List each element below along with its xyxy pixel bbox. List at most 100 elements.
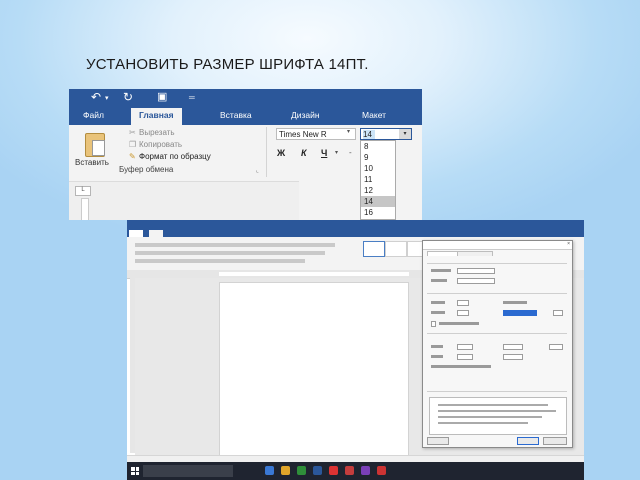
size-option[interactable]: 8 [361, 141, 395, 152]
cancel-button[interactable] [543, 437, 567, 445]
size-option[interactable]: 12 [361, 185, 395, 196]
style-gallery-item[interactable] [363, 241, 385, 257]
size-option[interactable]: 11 [361, 174, 395, 185]
field-label [431, 311, 445, 314]
slide-title: УСТАНОВИТЬ РАЗМЕР ШРИФТА 14ПТ. [86, 56, 369, 73]
folder-icon[interactable] [281, 466, 290, 475]
dialog-field[interactable] [457, 344, 473, 350]
tab-layout[interactable]: Макет [362, 110, 386, 120]
windows-start-icon[interactable] [131, 467, 139, 475]
checkbox-label [431, 365, 491, 368]
document-page[interactable] [219, 282, 409, 457]
undo-icon[interactable]: ↶ [91, 90, 101, 104]
font-size-dropdown-icon[interactable]: ▾ [399, 129, 411, 139]
copy-icon: ❐ [129, 140, 137, 149]
cut-button[interactable]: ✂ Вырезать [129, 128, 175, 137]
tab-file[interactable]: Файл [83, 110, 104, 120]
bold-button[interactable]: Ж [277, 148, 285, 158]
dialog-field[interactable] [457, 300, 469, 306]
font-name-dropdown-icon[interactable]: ▾ [347, 128, 350, 135]
paste-button[interactable]: Вставить [75, 131, 115, 171]
italic-button[interactable]: К [301, 148, 307, 158]
word-window-screenshot: × [127, 220, 584, 480]
dialog-field[interactable] [503, 354, 523, 360]
font-dialog: × [422, 240, 573, 448]
redo-icon[interactable]: ↻ [123, 90, 133, 104]
dialog-launcher-icon[interactable]: ⌞ [256, 167, 259, 174]
brush-icon: ✎ [129, 152, 136, 161]
vertical-ruler [81, 198, 89, 220]
section-divider [427, 391, 567, 392]
word-title-bar [127, 220, 584, 229]
selected-field[interactable] [503, 310, 537, 316]
dialog-field[interactable] [457, 354, 473, 360]
size-option[interactable]: 16 [361, 207, 395, 218]
save-icon[interactable]: ▣ [157, 90, 167, 103]
font-size-box[interactable]: 14 ▾ [360, 128, 412, 140]
ribbon-row [135, 259, 305, 263]
font-name-box[interactable]: Times New R [276, 128, 356, 140]
checkbox[interactable] [431, 321, 436, 327]
close-icon[interactable]: × [567, 241, 570, 247]
font-size-value[interactable]: 14 [363, 130, 375, 139]
font-size-list: 8 9 10 11 12 14 16 [360, 140, 396, 220]
dialog-tab[interactable] [427, 251, 459, 256]
section-divider [427, 293, 567, 294]
underline-dropdown-icon[interactable]: ▾ [335, 149, 338, 156]
document-area: L [69, 181, 299, 220]
taskbar-app-icon[interactable] [329, 466, 338, 475]
taskbar [127, 462, 584, 480]
taskbar-app-icon[interactable] [297, 466, 306, 475]
tab-home[interactable] [149, 230, 163, 237]
dialog-field[interactable] [457, 268, 495, 274]
taskbar-app-icon[interactable] [361, 466, 370, 475]
copy-label: Копировать [139, 140, 183, 149]
undo-dropdown-icon[interactable]: ▾ [105, 94, 109, 102]
tab-insert[interactable]: Вставка [220, 110, 252, 120]
tab-file[interactable] [129, 230, 143, 237]
taskbar-search-box[interactable] [143, 465, 233, 477]
size-option-selected[interactable]: 14 [361, 196, 395, 207]
tab-stop-selector[interactable]: L [75, 186, 91, 196]
customize-quick-access-icon[interactable]: ═ [189, 93, 195, 102]
style-gallery-item[interactable] [385, 241, 407, 257]
word-icon[interactable] [313, 466, 322, 475]
size-option[interactable]: 10 [361, 163, 395, 174]
ribbon-body: Вставить ✂ Вырезать ❐ Копировать ✎ Формат п… [69, 125, 422, 220]
word-ribbon-crop: ↶ ▾ ↻ ▣ ═ Файл Главная Вставка Дизайн Ма… [69, 89, 422, 220]
ribbon-row [135, 251, 325, 255]
title-bar: ↶ ▾ ↻ ▣ ═ [69, 89, 422, 107]
ribbon-tabs: Файл Главная Вставка Дизайн Макет [69, 107, 422, 125]
dialog-field[interactable] [457, 310, 469, 316]
vertical-ruler [130, 278, 135, 453]
taskbar-app-icon[interactable] [265, 466, 274, 475]
dialog-field[interactable] [503, 344, 523, 350]
field-label [431, 355, 443, 358]
set-default-button[interactable] [427, 437, 449, 445]
taskbar-app-icon[interactable] [345, 466, 354, 475]
format-painter-button[interactable]: ✎ Формат по образцу [129, 152, 211, 161]
field-label [431, 301, 445, 304]
strikethrough-icon[interactable]: - [349, 148, 352, 157]
dialog-field[interactable] [549, 344, 563, 350]
taskbar-app-icon[interactable] [377, 466, 386, 475]
size-option[interactable]: 9 [361, 152, 395, 163]
section-divider [427, 263, 567, 264]
format-painter-label: Формат по образцу [139, 152, 211, 161]
ok-button[interactable] [517, 437, 539, 445]
group-divider [266, 127, 267, 177]
clipboard-group-label: Буфер обмена [119, 165, 174, 174]
tab-home[interactable]: Главная [131, 108, 182, 125]
underline-button[interactable]: Ч [321, 148, 327, 158]
field-label [431, 279, 447, 282]
paste-label: Вставить [75, 158, 109, 167]
word-tab-strip [127, 229, 584, 237]
dialog-field[interactable] [457, 278, 495, 284]
dialog-field[interactable] [553, 310, 563, 316]
field-label [503, 301, 527, 304]
dialog-tab[interactable] [457, 251, 493, 256]
scissors-icon: ✂ [129, 128, 136, 137]
clipboard-icon [85, 133, 105, 157]
tab-design[interactable]: Дизайн [291, 110, 320, 120]
copy-button[interactable]: ❐ Копировать [129, 140, 182, 149]
